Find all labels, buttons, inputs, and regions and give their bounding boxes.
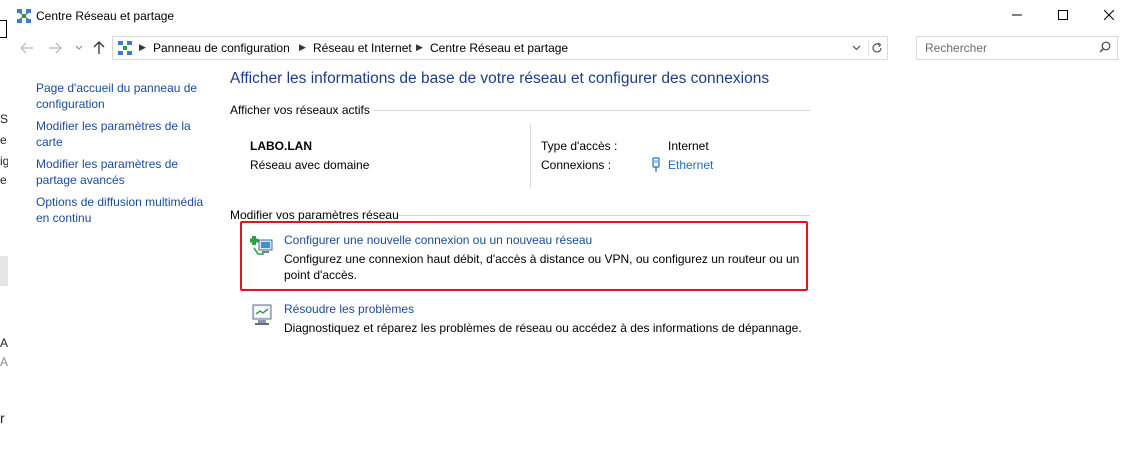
sidebar-item-media-streaming[interactable]: Options de diffusion multimédia en conti… (36, 194, 206, 226)
troubleshoot-problems-link[interactable]: Résoudre les problèmes (284, 302, 414, 316)
background-text-fragment: r (0, 410, 5, 426)
search-input[interactable]: Rechercher (916, 36, 1118, 60)
section-divider (398, 215, 810, 216)
active-networks-section-title: Afficher vos réseaux actifs (230, 103, 370, 117)
network-center-icon (16, 8, 32, 24)
task-description: Configurez une connexion haut débit, d'a… (284, 252, 800, 282)
background-bar (0, 256, 8, 286)
breadcrumb-network-internet[interactable]: Réseau et Internet (313, 41, 412, 55)
setup-new-connection-link[interactable]: Configurer une nouvelle connexion ou un … (284, 233, 592, 247)
sidebar-item-advanced-sharing[interactable]: Modifier les paramètres de partage avanc… (36, 156, 206, 188)
search-placeholder: Rechercher (925, 41, 988, 55)
arrow-right-icon (49, 42, 62, 54)
arrow-up-icon (93, 41, 105, 54)
recent-locations-button[interactable] (70, 40, 88, 56)
access-type-value: Internet (668, 139, 709, 153)
background-text-fragment: e (0, 173, 7, 187)
background-text-fragment: e (0, 133, 7, 147)
troubleshoot-icon (250, 303, 274, 327)
minimize-icon (1012, 14, 1022, 16)
connections-label: Connexions : (541, 158, 612, 172)
breadcrumb-separator-icon[interactable]: ▶ (139, 42, 146, 53)
minimize-button[interactable] (994, 0, 1040, 30)
chevron-down-icon (75, 45, 83, 50)
breadcrumb-separator-icon[interactable]: ▶ (416, 42, 423, 53)
ethernet-connection-link[interactable]: Ethernet (668, 158, 713, 172)
close-button[interactable] (1086, 0, 1132, 30)
maximize-icon (1058, 10, 1068, 20)
back-button[interactable] (18, 40, 36, 56)
chevron-down-icon (852, 45, 860, 51)
task-description: Diagnostiquez et réparez les problèmes d… (284, 321, 802, 335)
background-text-fragment: A (0, 336, 9, 350)
background-text-fragment: S (0, 112, 9, 126)
maximize-button[interactable] (1040, 0, 1086, 30)
network-category: Réseau avec domaine (250, 158, 370, 172)
arrow-left-icon (20, 42, 33, 54)
search-icon[interactable] (1099, 41, 1111, 56)
breadcrumb-separator-icon[interactable]: ▶ (299, 42, 306, 53)
new-connection-icon (249, 234, 274, 258)
sidebar: Page d'accueil du panneau de configurati… (36, 80, 206, 232)
address-bar[interactable]: ▶ Panneau de configuration ▶ Réseau et I… (112, 36, 888, 60)
change-settings-section-title: Modifier vos paramètres réseau (230, 208, 399, 222)
refresh-icon (872, 42, 882, 53)
background-text-fragment: A (0, 355, 9, 369)
title-bar[interactable]: Centre Réseau et partage (8, 0, 1138, 32)
navigation-bar: ▶ Panneau de configuration ▶ Réseau et I… (8, 34, 1138, 62)
sidebar-item-control-panel-home[interactable]: Page d'accueil du panneau de configurati… (36, 80, 206, 112)
network-sharing-center-window: Centre Réseau et partage ▶ Panneau de co… (8, 0, 1138, 464)
breadcrumb-network-center[interactable]: Centre Réseau et partage (430, 41, 568, 55)
ethernet-icon (650, 157, 662, 173)
address-dropdown-button[interactable] (849, 41, 863, 55)
sidebar-item-adapter-settings[interactable]: Modifier les paramètres de la carte (36, 118, 206, 150)
refresh-button[interactable] (868, 40, 885, 56)
window-title: Centre Réseau et partage (36, 9, 175, 23)
section-divider (374, 110, 810, 111)
forward-button[interactable] (46, 40, 64, 56)
breadcrumb-control-panel[interactable]: Panneau de configuration (153, 41, 290, 55)
background-window-frame (0, 20, 7, 38)
up-button[interactable] (90, 40, 108, 56)
control-panel-icon (117, 40, 133, 56)
network-divider (530, 124, 531, 188)
close-icon (1104, 10, 1114, 20)
page-title: Afficher les informations de base de vot… (230, 70, 770, 87)
network-name: LABO.LAN (250, 139, 312, 153)
access-type-label: Type d'accès : (541, 139, 618, 153)
